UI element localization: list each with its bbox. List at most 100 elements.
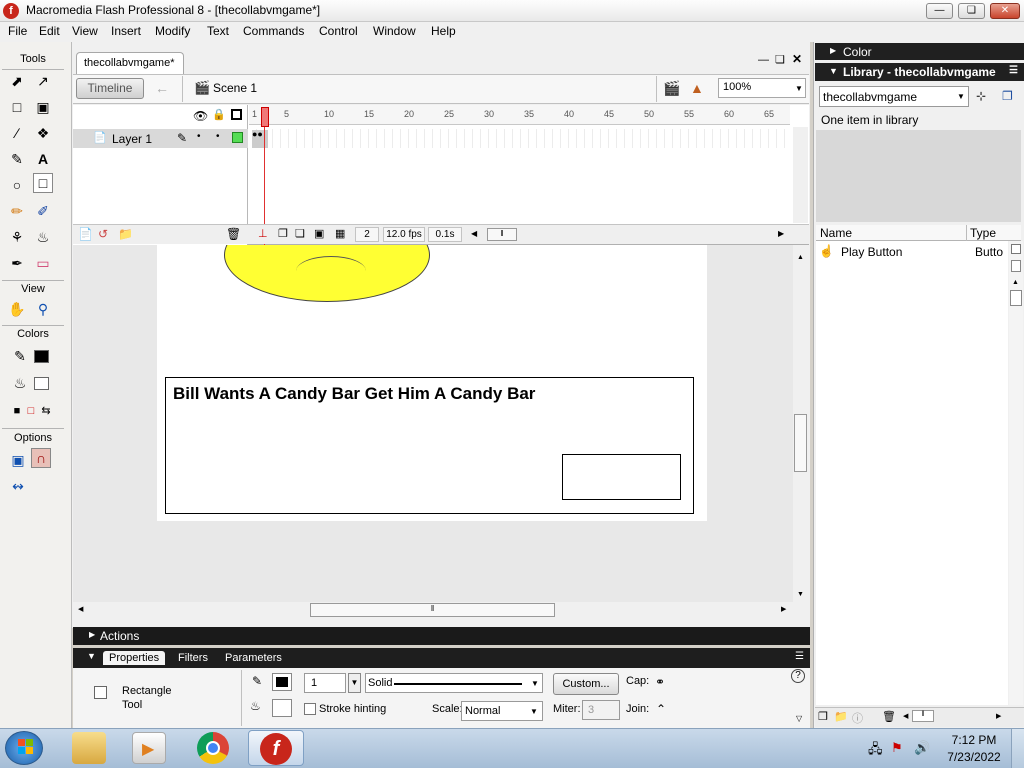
edit-multiple-icon[interactable]: ▣ [314, 227, 324, 240]
doc-close-icon[interactable]: ✕ [792, 52, 802, 66]
onion-markers-icon[interactable]: ▦ [335, 227, 345, 240]
timeline-hscroll-thumb[interactable]: ‖ [487, 228, 517, 241]
list-item[interactable]: ☝ Play Button Butto [816, 243, 1008, 261]
help-icon[interactable]: ? [791, 669, 805, 683]
media-player-icon[interactable]: ▶ [132, 732, 166, 764]
fill-color-swatch[interactable] [34, 377, 49, 390]
volume-icon[interactable]: 🔊 [914, 740, 930, 756]
action-center-icon[interactable]: ⚑ [891, 740, 903, 756]
clock-date[interactable]: 7/23/2022 [941, 750, 1007, 764]
fill-transform-icon[interactable]: ▣ [33, 97, 53, 117]
line-tool-icon[interactable]: ∕ [7, 123, 27, 143]
add-guide-icon[interactable]: ↺ [98, 227, 108, 241]
scroll-right-icon[interactable]: ▶ [781, 605, 786, 613]
lasso-tool-icon[interactable]: ❖ [33, 123, 53, 143]
smooth-icon[interactable]: ↭ [8, 476, 28, 496]
outline-icon[interactable] [231, 109, 242, 120]
timeline-toggle-button[interactable]: Timeline [76, 78, 144, 99]
scroll-up-icon[interactable]: ▲ [1012, 279, 1019, 286]
menu-text[interactable]: Text [205, 24, 231, 38]
keyframe-icon[interactable]: ●● [252, 130, 268, 148]
properties-icon[interactable]: ⓘ [852, 710, 863, 726]
stroke-color-swatch[interactable] [34, 350, 49, 363]
scroll-right-icon[interactable]: ▶ [778, 229, 784, 238]
menu-help[interactable]: Help [429, 24, 458, 38]
menu-control[interactable]: Control [317, 24, 360, 38]
onion-outline-icon[interactable]: ❏ [295, 227, 305, 240]
menu-edit[interactable]: Edit [37, 24, 62, 38]
rectangle-tool-icon[interactable]: □ [33, 173, 53, 193]
library-corner-box[interactable] [1011, 244, 1021, 254]
column-type[interactable]: Type [970, 226, 996, 240]
eye-icon[interactable]: 👁 [193, 109, 208, 123]
pencil-tool-icon[interactable]: ✏ [7, 201, 27, 221]
scroll-down-icon[interactable]: ▼ [797, 591, 804, 598]
lock-icon[interactable]: 🔒 [212, 108, 226, 121]
new-folder-icon[interactable]: 📁 [834, 710, 848, 723]
back-arrow-icon[interactable]: ← [155, 80, 169, 96]
subselect-tool-icon[interactable]: ↗ [33, 71, 53, 91]
collapse-arrow-icon[interactable]: ▼ [829, 66, 838, 76]
frames-row[interactable] [249, 129, 790, 148]
chevron-down-icon[interactable]: ▼ [795, 84, 803, 93]
fill-color-picker[interactable] [272, 699, 292, 717]
swap-colors-icon[interactable]: ⇆ [36, 401, 56, 421]
tab-parameters[interactable]: Parameters [219, 651, 288, 665]
lock-dot-icon[interactable]: • [216, 131, 220, 142]
menu-insert[interactable]: Insert [109, 24, 143, 38]
eraser-icon[interactable]: ▭ [33, 253, 53, 273]
stroke-weight-dropdown[interactable]: ▼ [348, 673, 361, 693]
oval-tool-icon[interactable]: ○ [7, 175, 27, 195]
ink-bottle-icon[interactable]: ⚘ [7, 227, 27, 247]
library-panel-bar[interactable]: ▼ Library - thecollabvmgame ☰ [815, 63, 1024, 81]
color-panel-bar[interactable]: ▶ Color [815, 43, 1024, 60]
flash-taskbar-button[interactable]: f [248, 730, 304, 766]
layer-color-swatch[interactable] [232, 132, 243, 143]
document-tab[interactable]: thecollabvmgame* [76, 52, 184, 74]
library-hscroll-thumb[interactable]: ‖ [912, 710, 934, 722]
edit-symbols-icon[interactable]: ▲ [690, 80, 704, 96]
tab-filters[interactable]: Filters [172, 651, 214, 665]
clock-time[interactable]: 7:12 PM [945, 733, 1003, 747]
snap-magnet-icon[interactable]: ∩ [31, 448, 51, 468]
panel-menu-icon[interactable]: ☰ [795, 651, 804, 662]
expand-arrow-icon[interactable]: ▶ [89, 630, 95, 639]
zoom-tool-icon[interactable]: ⚲ [33, 299, 53, 319]
stage-heading[interactable]: Bill Wants A Candy Bar Get Him A Candy B… [173, 384, 535, 404]
close-button[interactable]: ✕ [990, 3, 1020, 19]
library-scrollbar[interactable] [1009, 241, 1023, 705]
scroll-left-icon[interactable]: ◀ [78, 605, 83, 613]
hand-tool-icon[interactable]: ✋ [7, 299, 27, 319]
scroll-left-icon[interactable]: ◀ [903, 712, 908, 720]
scale-select[interactable]: Normal ▼ [461, 701, 543, 721]
center-frame-icon[interactable]: ⊥ [258, 227, 268, 240]
library-document-select[interactable]: thecollabvmgame ▼ [819, 86, 969, 107]
scroll-left-icon[interactable]: ◀ [471, 229, 477, 238]
free-transform-icon[interactable]: □ [7, 97, 27, 117]
layer-name[interactable]: Layer 1 [112, 132, 152, 146]
new-symbol-icon[interactable]: ❐ [818, 710, 828, 723]
frame-rate[interactable]: 12.0 fps [383, 227, 425, 242]
doc-restore-icon[interactable]: ❏ [775, 53, 785, 66]
menu-file[interactable]: File [6, 24, 29, 38]
stroke-style-select[interactable]: Solid ▼ [365, 673, 543, 693]
custom-stroke-button[interactable]: Custom... [553, 673, 619, 695]
stroke-hinting-checkbox[interactable] [304, 703, 316, 715]
panel-menu-icon[interactable]: ☰ [1009, 65, 1018, 76]
eyedropper-icon[interactable]: ✒ [7, 253, 27, 273]
stroke-weight-input[interactable]: 1 [304, 673, 346, 693]
fill-color-icon[interactable]: ♨ [10, 373, 30, 393]
library-vscroll-thumb[interactable] [1010, 290, 1022, 306]
new-library-icon[interactable]: ❐ [1002, 89, 1013, 103]
onion-skin-icon[interactable]: ❐ [278, 227, 288, 240]
stage-vscroll-thumb[interactable] [794, 414, 807, 472]
miter-input[interactable]: 3 [582, 700, 620, 720]
tab-properties[interactable]: Properties [103, 651, 166, 665]
frame-ruler[interactable]: 1 5 10 15 20 25 30 35 40 45 50 55 60 65 [249, 105, 790, 125]
text-tool-icon[interactable]: A [33, 149, 53, 169]
visible-dot-icon[interactable]: • [197, 131, 201, 142]
doc-minimize-icon[interactable]: — [758, 54, 769, 66]
start-button[interactable] [5, 731, 43, 765]
scene-label[interactable]: Scene 1 [213, 81, 257, 95]
playhead[interactable] [261, 107, 269, 127]
